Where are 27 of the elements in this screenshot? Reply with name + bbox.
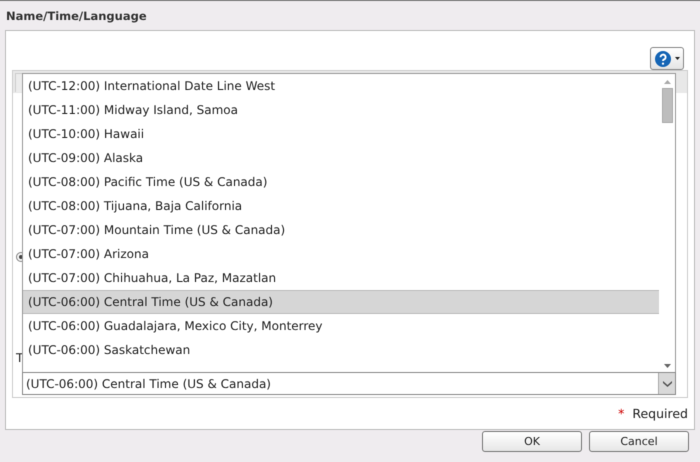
dropdown-option[interactable]: (UTC-06:00) Central Time (US & Canada) [23,290,659,314]
dropdown-option[interactable]: (UTC-11:00) Midway Island, Samoa [23,98,659,122]
timezone-select[interactable]: (UTC-06:00) Central Time (US & Canada) [22,372,676,395]
scroll-down-icon [664,364,670,368]
cancel-button[interactable]: Cancel [589,431,689,452]
help-menu-button[interactable] [650,47,684,70]
dropdown-option[interactable]: (UTC-08:00) Tijuana, Baja California [23,194,659,218]
chevron-down-icon [662,380,672,386]
required-label: Required [632,406,688,421]
dropdown-option[interactable]: (UTC-07:00) Mountain Time (US & Canada) [23,218,659,242]
scrollbar-thumb[interactable] [662,88,672,123]
dropdown-option[interactable]: (UTC-12:00) International Date Line West [23,74,659,98]
dropdown-button[interactable] [658,373,675,394]
window-title: Name/Time/Language [6,8,147,22]
dropdown-option[interactable]: (UTC-07:00) Arizona [23,242,659,266]
dropdown-option[interactable]: (UTC-07:00) Chihuahua, La Paz, Mazatlan [23,266,659,290]
dropdown-option[interactable]: (UTC-10:00) Hawaii [23,122,659,146]
dropdown-option[interactable]: (UTC-06:00) Guadalajara, Mexico City, Monterrey [23,314,659,338]
caret-icon [674,57,680,60]
dropdown-option[interactable]: (UTC-06:00) Saskatchewan [23,338,659,362]
dropdown-option[interactable]: (UTC-08:00) Pacific Time (US & Canada) [23,170,659,194]
scroll-up-icon [664,80,670,84]
help-icon [654,50,670,66]
ok-button[interactable]: OK [482,431,582,452]
dropdown-option[interactable]: (UTC-09:00) Alaska [23,146,659,170]
required-mark: * [618,406,624,421]
field-label: T [16,351,24,365]
